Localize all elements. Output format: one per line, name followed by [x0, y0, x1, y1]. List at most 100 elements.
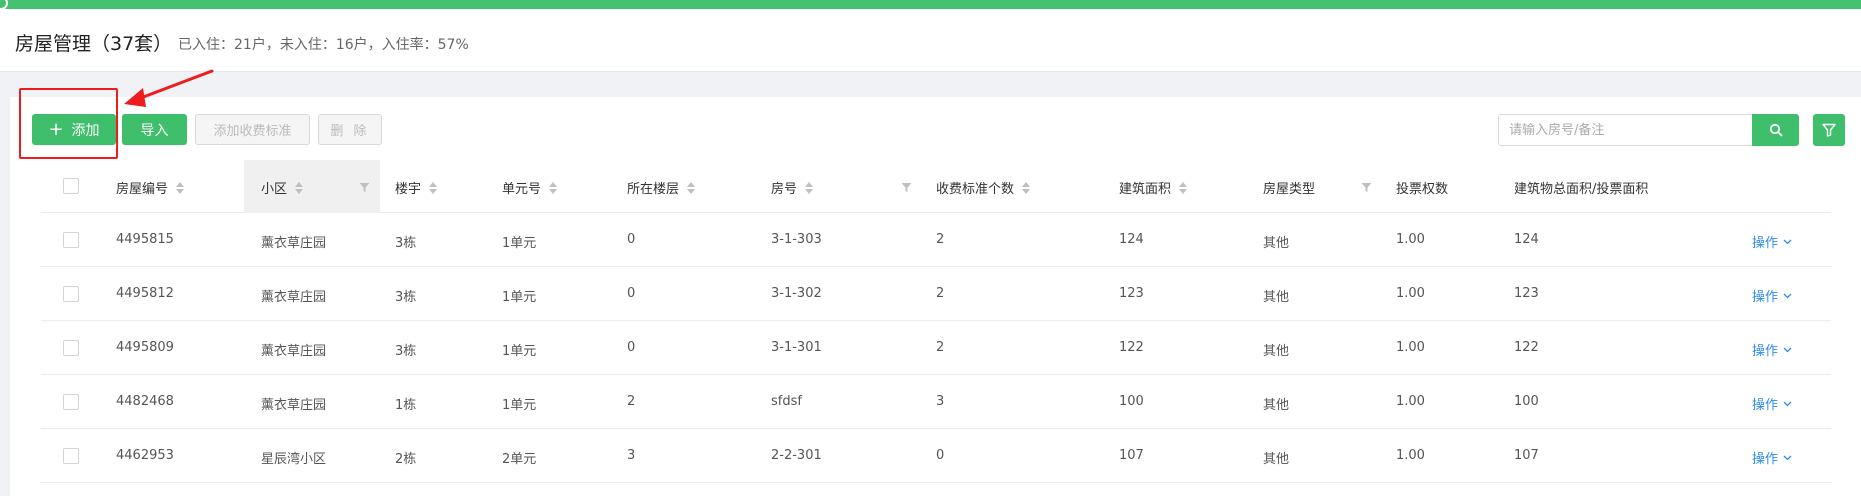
column-header-label: 房屋类型 [1263, 182, 1316, 197]
add-fee-standard-button[interactable]: 添加收费标准 [195, 114, 310, 145]
cell-vote-weight: 1.00 [1396, 448, 1425, 463]
cell-total-area: 100 [1514, 394, 1539, 409]
column-header-unit[interactable]: 单元号 [502, 178, 558, 197]
import-button[interactable]: 导入 [122, 114, 187, 145]
table-row: 4462953 星辰湾小区 2栋 2单元 3 2-2-301 0 107 其他 … [41, 429, 1831, 483]
top-brand-bar [0, 0, 1861, 10]
row-checkbox[interactable] [63, 394, 79, 410]
cell-fee-count: 2 [936, 232, 945, 247]
column-header-area[interactable]: 建筑面积 [1119, 178, 1188, 197]
page-header: 房屋管理（37套） 已入住：21户，未入住：16户，入住率：57% [0, 9, 1861, 72]
sort-icon[interactable] [549, 181, 558, 194]
column-header-label: 单元号 [502, 182, 542, 197]
cell-floor: 3 [627, 448, 636, 463]
cell-area: 124 [1119, 232, 1144, 247]
cell-unit: 1单元 [502, 344, 537, 359]
row-checkbox[interactable] [63, 340, 79, 356]
search-input[interactable] [1498, 114, 1753, 146]
cell-community: 薰衣草庄园 [261, 290, 327, 305]
cell-room: 3-1-301 [771, 340, 822, 355]
cell-area: 100 [1119, 394, 1144, 409]
filter-icon [1822, 123, 1836, 137]
sort-icon[interactable] [1022, 181, 1031, 194]
cell-room: 3-1-302 [771, 286, 822, 301]
table-row: 4482468 薰衣草庄园 1栋 1单元 2 sfdsf 3 100 其他 1.… [41, 375, 1831, 429]
cell-fee-count: 2 [936, 286, 945, 301]
row-action-menu[interactable]: 操作 [1752, 448, 1792, 467]
delete-button[interactable]: 删 除 [318, 114, 382, 145]
row-action-label: 操作 [1752, 398, 1779, 413]
sort-icon[interactable] [295, 181, 304, 194]
cell-house-type: 其他 [1263, 398, 1290, 413]
chevron-down-icon [1783, 293, 1792, 298]
table-header: 房屋编号 小区 楼宇 单元号 所在楼层 房号 收费标准个数 建筑面积 房屋类型 [41, 160, 1831, 213]
cell-house-id: 4495809 [116, 340, 174, 355]
cell-house-type: 其他 [1263, 452, 1290, 467]
sort-icon[interactable] [1179, 181, 1188, 194]
sort-icon[interactable] [805, 181, 814, 194]
row-checkbox[interactable] [63, 448, 79, 464]
cell-building: 1栋 [395, 398, 417, 413]
cell-total-area: 122 [1514, 340, 1539, 355]
column-header-community[interactable]: 小区 [261, 178, 304, 197]
cell-room: sfdsf [771, 394, 802, 409]
sort-icon[interactable] [176, 181, 185, 194]
chevron-down-icon [1783, 401, 1792, 406]
cell-community: 薰衣草庄园 [261, 344, 327, 359]
row-action-label: 操作 [1752, 344, 1779, 359]
cell-vote-weight: 1.00 [1396, 394, 1425, 409]
annotation-arrow-icon [124, 69, 214, 107]
row-action-label: 操作 [1752, 290, 1779, 305]
cell-fee-count: 0 [936, 448, 945, 463]
cell-total-area: 124 [1514, 232, 1539, 247]
column-header-fee-count[interactable]: 收费标准个数 [936, 178, 1031, 197]
column-header-floor[interactable]: 所在楼层 [627, 178, 696, 197]
cell-area: 107 [1119, 448, 1144, 463]
column-filter-icon[interactable] [901, 182, 912, 193]
row-action-menu[interactable]: 操作 [1752, 340, 1792, 359]
row-checkbox[interactable] [63, 232, 79, 248]
column-filter-icon[interactable] [359, 182, 370, 193]
cell-vote-weight: 1.00 [1396, 232, 1425, 247]
column-filter-icon[interactable] [1361, 182, 1372, 193]
row-action-menu[interactable]: 操作 [1752, 232, 1792, 251]
search-button[interactable] [1752, 114, 1799, 146]
cell-community: 星辰湾小区 [261, 452, 327, 467]
sort-icon[interactable] [429, 181, 438, 194]
cell-area: 123 [1119, 286, 1144, 301]
cell-vote-weight: 1.00 [1396, 340, 1425, 355]
column-header-label: 房屋编号 [116, 182, 169, 197]
row-action-menu[interactable]: 操作 [1752, 394, 1792, 413]
column-header-vote-weight[interactable]: 投票权数 [1396, 178, 1448, 197]
column-header-label: 房号 [771, 182, 798, 197]
cell-house-type: 其他 [1263, 344, 1290, 359]
cell-community: 薰衣草庄园 [261, 236, 327, 251]
column-header-house-id[interactable]: 房屋编号 [116, 178, 185, 197]
column-header-building[interactable]: 楼宇 [395, 178, 438, 197]
column-header-label: 小区 [261, 182, 288, 197]
cell-house-id: 4495812 [116, 286, 174, 301]
cell-house-id: 4482468 [116, 394, 174, 409]
cell-house-type: 其他 [1263, 236, 1290, 251]
sort-icon[interactable] [687, 181, 696, 194]
cell-building: 3栋 [395, 344, 417, 359]
column-header-house-type[interactable]: 房屋类型 [1263, 178, 1315, 197]
house-table: 房屋编号 小区 楼宇 单元号 所在楼层 房号 收费标准个数 建筑面积 房屋类型 [41, 160, 1831, 483]
cell-floor: 2 [627, 394, 636, 409]
column-header-label: 收费标准个数 [936, 182, 1015, 197]
column-header-label: 投票权数 [1396, 182, 1449, 197]
cell-room: 3-1-303 [771, 232, 822, 247]
filter-button[interactable] [1813, 114, 1845, 146]
column-header-room[interactable]: 房号 [771, 178, 814, 197]
cell-floor: 0 [627, 286, 636, 301]
cell-building: 2栋 [395, 452, 417, 467]
column-header-label: 建筑物总面积/投票面积 [1514, 182, 1649, 197]
select-all-checkbox[interactable] [63, 178, 79, 194]
column-header-total-area[interactable]: 建筑物总面积/投票面积 [1514, 178, 1648, 197]
cell-building: 3栋 [395, 236, 417, 251]
row-checkbox[interactable] [63, 286, 79, 302]
column-header-label: 楼宇 [395, 182, 422, 197]
row-action-menu[interactable]: 操作 [1752, 286, 1792, 305]
cell-vote-weight: 1.00 [1396, 286, 1425, 301]
cell-community: 薰衣草庄园 [261, 398, 327, 413]
